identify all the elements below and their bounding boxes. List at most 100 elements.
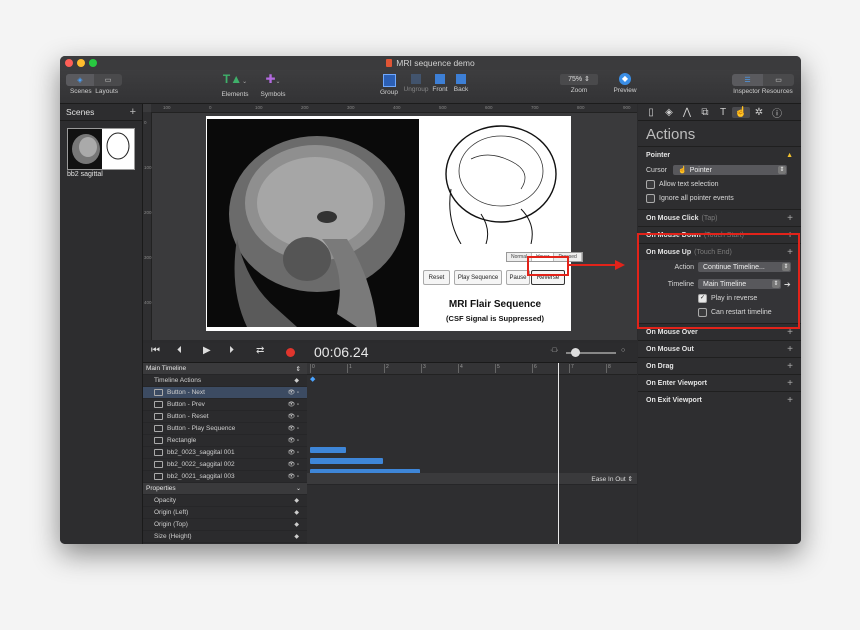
step-forward-icon[interactable]: ⏵ (229, 345, 234, 356)
scenes-icon[interactable]: ◈ (66, 74, 94, 86)
elements-button[interactable]: T▲⌄ Elements (218, 72, 252, 98)
layer-label: bb2_0023_saggital 001 (167, 449, 235, 456)
info-tab-icon[interactable]: ⓘ (768, 105, 786, 120)
group-button[interactable]: Group (378, 72, 400, 96)
action-section-on-enter-viewport[interactable]: On Enter Viewport + (638, 374, 801, 391)
timeline-bar-001[interactable] (310, 447, 346, 453)
scene-thumbnail[interactable] (67, 128, 135, 170)
add-keyframe-icon[interactable]: ◆ (294, 509, 299, 516)
physics-tab-icon[interactable]: ✲ (750, 107, 768, 118)
timeline-header[interactable]: Main Timeline ⇕ (143, 363, 307, 375)
window-title-text: MRI sequence demo (396, 58, 475, 68)
timeline-layer-row[interactable]: bb2_0023_saggital 001 👁 ▫ (143, 447, 307, 459)
zoom-control[interactable]: 75% ⇕ Zoom (560, 74, 598, 94)
timeline-layer-row[interactable]: bb2_0021_saggital 003 👁 ▫ (143, 471, 307, 483)
layers-tab-icon[interactable]: ◈ (660, 107, 678, 118)
timeline-layer-row[interactable]: bb2_0022_saggital 002 👁 ▫ (143, 459, 307, 471)
add-action-icon[interactable]: + (787, 395, 793, 406)
timeline-layer-row[interactable]: Timeline Actions ◆ (143, 375, 307, 387)
zoom-out-icon[interactable]: ·□· (550, 347, 559, 354)
allow-text-checkbox[interactable] (646, 179, 655, 189)
timeline-stepper-icon[interactable]: ⇕ (296, 365, 301, 373)
document-tab-icon[interactable]: ▯ (642, 107, 660, 118)
timeline-layer-row[interactable]: Button - Reset 👁 ▫ (143, 411, 307, 423)
ruler-tick-label: 0 (144, 120, 147, 125)
timeline-layer-row[interactable]: Button - Prev 👁 ▫ (143, 399, 307, 411)
keyframe-icon[interactable]: ◆ (294, 377, 299, 384)
add-scene-button[interactable]: + (130, 106, 136, 118)
mri-flair-image[interactable] (207, 119, 419, 327)
property-row[interactable]: Size (Height) ◆ (143, 531, 307, 543)
layouts-icon[interactable]: ▭ (94, 74, 122, 86)
record-icon[interactable] (286, 348, 295, 357)
resources-icon[interactable]: ▭ (763, 74, 794, 86)
visibility-icon[interactable]: 👁 ▫ (288, 473, 299, 480)
skip-back-icon[interactable]: ⏮ (151, 345, 160, 356)
inspector-resources-toggle[interactable]: ☰ ▭ Inspector Resources (732, 74, 794, 95)
scene-name[interactable]: bb2 sagittal (67, 171, 103, 178)
scenes-layouts-toggle[interactable]: ◈ ▭ Scenes Layouts (66, 74, 122, 95)
document-icon (386, 59, 393, 67)
visibility-icon[interactable]: 👁 ▫ (288, 389, 299, 396)
identity-tab-icon[interactable]: ⋀ (678, 107, 696, 118)
scene-page[interactable]: Normal Hover Pressed Reset Play Sequence… (206, 116, 583, 331)
property-row[interactable]: Origin (Top) ◆ (143, 519, 307, 531)
ruler-tick-label: 500 (439, 105, 447, 110)
action-section-on-exit-viewport[interactable]: On Exit Viewport + (638, 391, 801, 408)
action-section-on-mouse-click[interactable]: On Mouse Click (Tap) + (638, 209, 801, 226)
inspector-icon[interactable]: ☰ (732, 74, 763, 86)
timeline-layer-row[interactable]: Rectangle 👁 ▫ (143, 435, 307, 447)
keyframe-icon[interactable]: ◆ (310, 375, 315, 383)
visibility-icon[interactable]: 👁 ▫ (288, 413, 299, 420)
visibility-icon[interactable]: 👁 ▫ (288, 401, 299, 408)
symbols-button[interactable]: ✚⌄ Symbols (256, 72, 290, 98)
image-icon (154, 461, 163, 468)
actions-tab-icon[interactable]: ☝ (732, 106, 750, 118)
step-back-icon[interactable]: ⏴ (177, 345, 182, 356)
ungroup-button[interactable]: Ungroup (403, 72, 429, 93)
canvas-area[interactable]: 100 0 100 200 300 400 500 600 700 800 900 0 100 200 3… (143, 104, 637, 340)
back-button[interactable]: Back (451, 72, 471, 93)
back-label: Back (453, 86, 469, 93)
reset-button[interactable]: Reset (423, 270, 450, 285)
visibility-icon[interactable]: 👁 ▫ (288, 449, 299, 456)
property-row[interactable]: Opacity ◆ (143, 495, 307, 507)
visibility-icon[interactable]: 👁 ▫ (288, 425, 299, 432)
add-keyframe-icon[interactable]: ◆ (294, 497, 299, 504)
zoom-in-icon[interactable]: ○ (621, 347, 625, 354)
front-button[interactable]: Front (430, 72, 450, 93)
playhead[interactable] (558, 363, 559, 544)
timeline-layer-row[interactable]: Button - Next 👁 ▫ (143, 387, 307, 399)
elements-icon: T▲ (222, 72, 243, 86)
add-keyframe-icon[interactable]: ◆ (294, 521, 299, 528)
play-sequence-button[interactable]: Play Sequence (454, 270, 502, 285)
preview-button[interactable]: ◆ Preview (610, 72, 640, 94)
scenes-header: Scenes (66, 107, 95, 117)
play-icon[interactable]: ▶ (203, 345, 211, 356)
loop-icon[interactable]: ⇄ (256, 345, 264, 356)
ignore-events-checkbox[interactable] (646, 193, 655, 203)
add-action-icon[interactable]: + (787, 378, 793, 389)
ruler-tick-label: 200 (301, 105, 309, 110)
ease-popup[interactable]: Ease In Out (591, 476, 625, 483)
ruler-tick-label: 100 (163, 105, 171, 110)
add-action-icon[interactable]: + (787, 213, 793, 224)
visibility-icon[interactable]: 👁 ▫ (288, 461, 299, 468)
properties-chevron-icon[interactable]: ⌄ (296, 485, 301, 492)
cursor-popup[interactable]: ☝ Pointer (673, 165, 787, 175)
add-action-icon[interactable]: + (787, 361, 793, 372)
mri-outline-image[interactable] (421, 119, 569, 244)
action-section-on-drag[interactable]: On Drag + (638, 357, 801, 374)
property-row[interactable]: Origin (Left) ◆ (143, 507, 307, 519)
timeline-bar-002[interactable] (310, 458, 383, 464)
add-keyframe-icon[interactable]: ◆ (294, 533, 299, 540)
timeline-tracks[interactable]: 0 1 2 3 4 5 6 7 8 ◆ Ease In Out ⇕ (307, 363, 637, 544)
visibility-icon[interactable]: 👁 ▫ (288, 437, 299, 444)
timeline-layer-row[interactable]: Button - Play Sequence 👁 ▫ (143, 423, 307, 435)
metrics-tab-icon[interactable]: ⧉ (696, 107, 714, 118)
timeline-zoom-knob[interactable] (571, 348, 580, 357)
property-row[interactable]: Size (Width)◆ (143, 543, 307, 544)
text-tab-icon[interactable]: T (714, 107, 732, 118)
action-section-on-mouse-out[interactable]: On Mouse Out + (638, 340, 801, 357)
add-action-icon[interactable]: + (787, 344, 793, 355)
